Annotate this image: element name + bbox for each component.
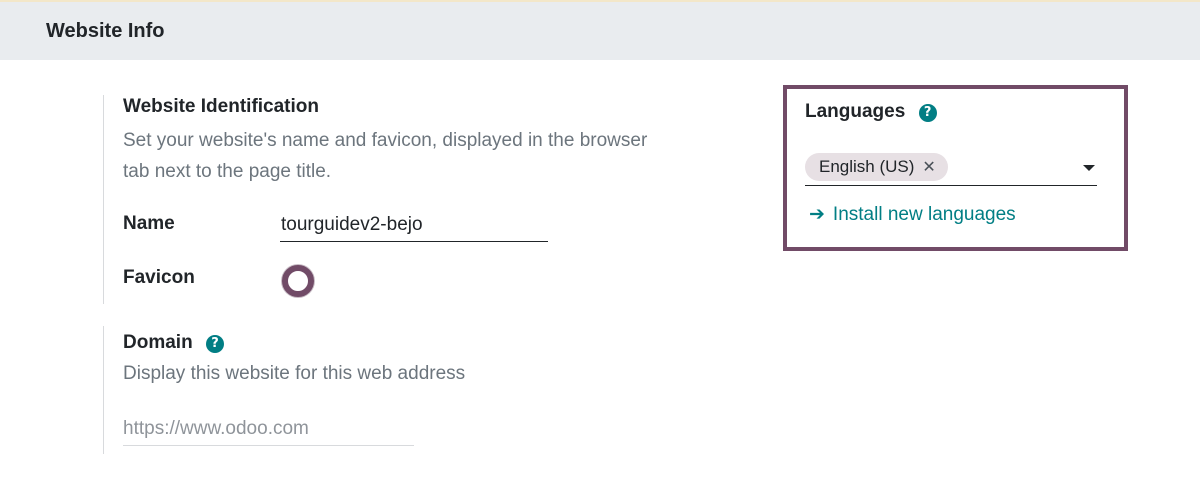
language-tag-label: English (US): [819, 157, 915, 176]
domain-title: Domain: [123, 332, 193, 353]
language-tag-english-us: English (US) ✕: [805, 153, 948, 181]
arrow-right-icon: ➔: [809, 204, 825, 225]
website-identification-title: Website Identification: [123, 96, 320, 117]
languages-field[interactable]: English (US) ✕: [805, 149, 1097, 186]
website-identification-description: Set your website's name and favicon, dis…: [123, 125, 647, 187]
favicon-image[interactable]: [282, 265, 314, 297]
favicon-label: Favicon: [123, 267, 195, 288]
languages-block: Languages ? English (US) ✕ ➔ Install new l…: [783, 85, 1128, 251]
section-title: Website Info: [46, 20, 165, 42]
remove-tag-icon[interactable]: ✕: [922, 159, 935, 176]
domain-title-row: Domain ?: [123, 332, 224, 354]
languages-title: Languages: [805, 101, 906, 122]
description-line-2: tab next to the page title.: [123, 161, 332, 182]
domain-description: Display this website for this web addres…: [123, 363, 466, 384]
domain-block: Domain ? Display this website for this w…: [103, 326, 724, 454]
install-new-languages-label: Install new languages: [832, 204, 1016, 225]
domain-help-icon[interactable]: ?: [205, 335, 224, 353]
languages-help-icon[interactable]: ?: [918, 104, 937, 122]
section-header: Website Info: [0, 2, 1200, 60]
install-new-languages-link[interactable]: ➔ Install new languages: [809, 203, 1016, 226]
website-identification-block: Website Identification Set your website'…: [103, 95, 724, 304]
name-label: Name: [123, 213, 175, 234]
languages-title-row: Languages ?: [805, 101, 937, 123]
description-line-1: Set your website's name and favicon, dis…: [123, 130, 648, 151]
domain-input[interactable]: https://www.odoo.com: [123, 414, 414, 446]
dropdown-caret-icon[interactable]: [1083, 165, 1095, 171]
name-input[interactable]: tourguidev2-bejo: [280, 210, 548, 242]
